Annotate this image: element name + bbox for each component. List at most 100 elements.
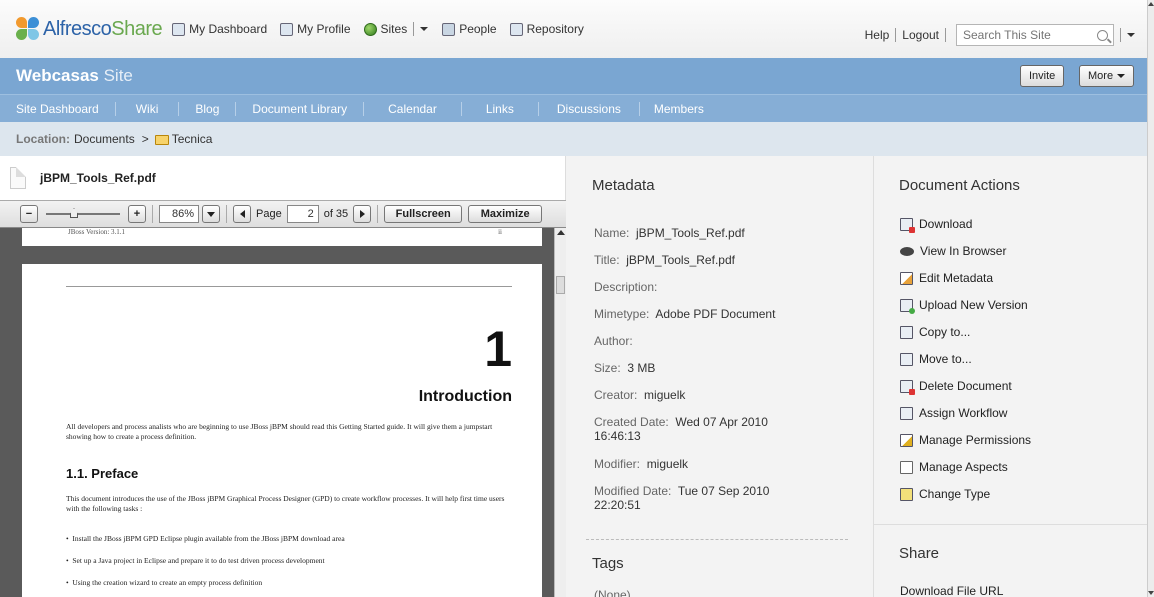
page-number-text: ii [498,228,502,236]
document-icon [10,167,26,189]
nav-my-profile[interactable]: My Profile [280,22,351,36]
metadata-modified-date: Modified Date: Tue 07 Sep 2010 22:20:51 [594,484,770,512]
site-title: Webcasas Site [16,66,133,85]
zoom-level-field[interactable]: 86% [159,205,199,223]
tab-blog[interactable]: Blog [179,101,237,116]
nav-my-dashboard[interactable]: My Dashboard [172,22,267,36]
search-icon[interactable] [1097,29,1108,41]
site-header: Webcasas Site Invite More [0,58,1147,94]
tab-calendar[interactable]: Calendar [364,101,462,116]
action-manage-aspects[interactable]: Manage Aspects [900,460,1008,474]
nav-people[interactable]: People [442,22,497,36]
sites-dropdown-icon[interactable] [420,27,429,31]
toolbar-separator [377,205,379,223]
more-button[interactable]: More [1079,65,1135,87]
people-icon [442,22,456,36]
page-count: of 35 [323,208,349,220]
separator [945,28,946,42]
bullet-item: • Using the creation wizard to create an… [66,578,263,587]
search-options-dropdown-icon[interactable] [1127,33,1135,37]
delete-icon [900,379,915,395]
alfresco-flower-icon [16,17,40,41]
maximize-button[interactable]: Maximize [468,205,543,223]
zoom-in-button[interactable]: + [128,205,146,223]
action-move-to[interactable]: Move to... [900,352,972,366]
nav-repository[interactable]: Repository [509,22,584,36]
chapter-number: 1 [484,321,512,377]
scrollbar-thumb[interactable] [556,276,565,294]
alfresco-logo[interactable]: AlfrescoShare [16,14,163,44]
workflow-icon [900,406,913,420]
invite-button[interactable]: Invite [1020,65,1065,87]
breadcrumb: Location: Documents > Tecnica [0,122,1147,156]
page-number-field[interactable]: 2 [286,205,319,223]
upload-icon [900,298,915,314]
tags-value: (None) [594,588,631,597]
previous-page-button[interactable] [233,205,251,223]
page-label: Page [256,208,282,220]
action-assign-workflow[interactable]: Assign Workflow [900,406,1007,420]
zoom-dropdown-button[interactable] [202,205,220,223]
tab-document-library[interactable]: Document Library [236,101,365,116]
chapter-title: Introduction [418,388,512,405]
download-file-url-label: Download File URL [900,584,1004,597]
permissions-icon [900,433,913,447]
action-manage-permissions[interactable]: Manage Permissions [900,433,1031,447]
breadcrumb-documents[interactable]: Documents [74,132,135,146]
help-link[interactable]: Help [865,28,890,42]
metadata-title-field: Title: jBPM_Tools_Ref.pdf [594,253,735,267]
toolbar-separator [152,205,153,223]
metadata-name: Name: jBPM_Tools_Ref.pdf [594,226,745,240]
nav-sites[interactable]: Sites [363,22,429,36]
action-upload-new-version[interactable]: Upload New Version [900,298,1028,314]
action-view-in-browser[interactable]: View In Browser [900,244,1006,258]
next-page-button[interactable] [353,205,372,223]
document-actions-title: Document Actions [899,177,1020,194]
pdf-viewer[interactable]: JBoss Version: 3.1.1 ii 1 Introduction A… [0,228,566,597]
action-download[interactable]: Download [900,217,972,233]
divider [586,539,848,540]
action-copy-to[interactable]: Copy to... [900,325,970,339]
document-header: jBPM_Tools_Ref.pdf [0,156,566,200]
viewer-scrollbar[interactable] [554,228,566,597]
preface-paragraph: This document introduces the use of the … [66,494,505,513]
move-icon [900,352,913,366]
breadcrumb-separator: > [141,132,149,146]
scroll-up-icon[interactable] [557,230,565,235]
metadata-size: Size: 3 MB [594,361,656,375]
site-navigation: Site Dashboard Wiki Blog Document Librar… [0,94,1147,122]
zoom-out-button[interactable]: − [20,205,38,223]
metadata-description: Description: [594,280,658,294]
tab-discussions[interactable]: Discussions [539,101,640,116]
profile-icon [280,22,294,36]
scroll-down-icon[interactable] [1148,591,1154,595]
tab-links[interactable]: Links [462,101,539,116]
document-title: jBPM_Tools_Ref.pdf [40,171,156,185]
zoom-slider-thumb[interactable] [70,208,78,218]
breadcrumb-folder[interactable]: Tecnica [172,132,213,146]
action-change-type[interactable]: Change Type [900,487,990,501]
location-label: Location: [16,132,70,146]
tab-members[interactable]: Members [640,102,718,116]
toolbar-separator [226,205,227,223]
tab-site-dashboard[interactable]: Site Dashboard [0,101,116,116]
zoom-slider[interactable] [46,205,120,223]
tags-title: Tags [592,555,624,572]
viewer-toolbar: − + 86% Page 2 of 35 Fullscreen Maximize [0,200,566,228]
fullscreen-button[interactable]: Fullscreen [384,205,463,223]
binoculars-icon [900,246,914,256]
tab-wiki[interactable]: Wiki [116,101,180,116]
sites-separator [413,22,415,36]
action-edit-metadata[interactable]: Edit Metadata [900,271,993,285]
bullet-item: • Install the JBoss jBPM GPD Eclipse plu… [66,534,345,543]
search-input[interactable] [963,28,1087,42]
page-scrollbar[interactable] [1147,0,1154,597]
separator [1120,28,1121,42]
logout-link[interactable]: Logout [902,28,939,42]
action-delete-document[interactable]: Delete Document [900,379,1012,395]
metadata-author: Author: [594,334,633,348]
scroll-up-icon[interactable] [1148,2,1154,6]
zoom-slider-track [46,213,120,215]
aspects-icon [900,460,913,474]
share-title: Share [899,545,940,562]
